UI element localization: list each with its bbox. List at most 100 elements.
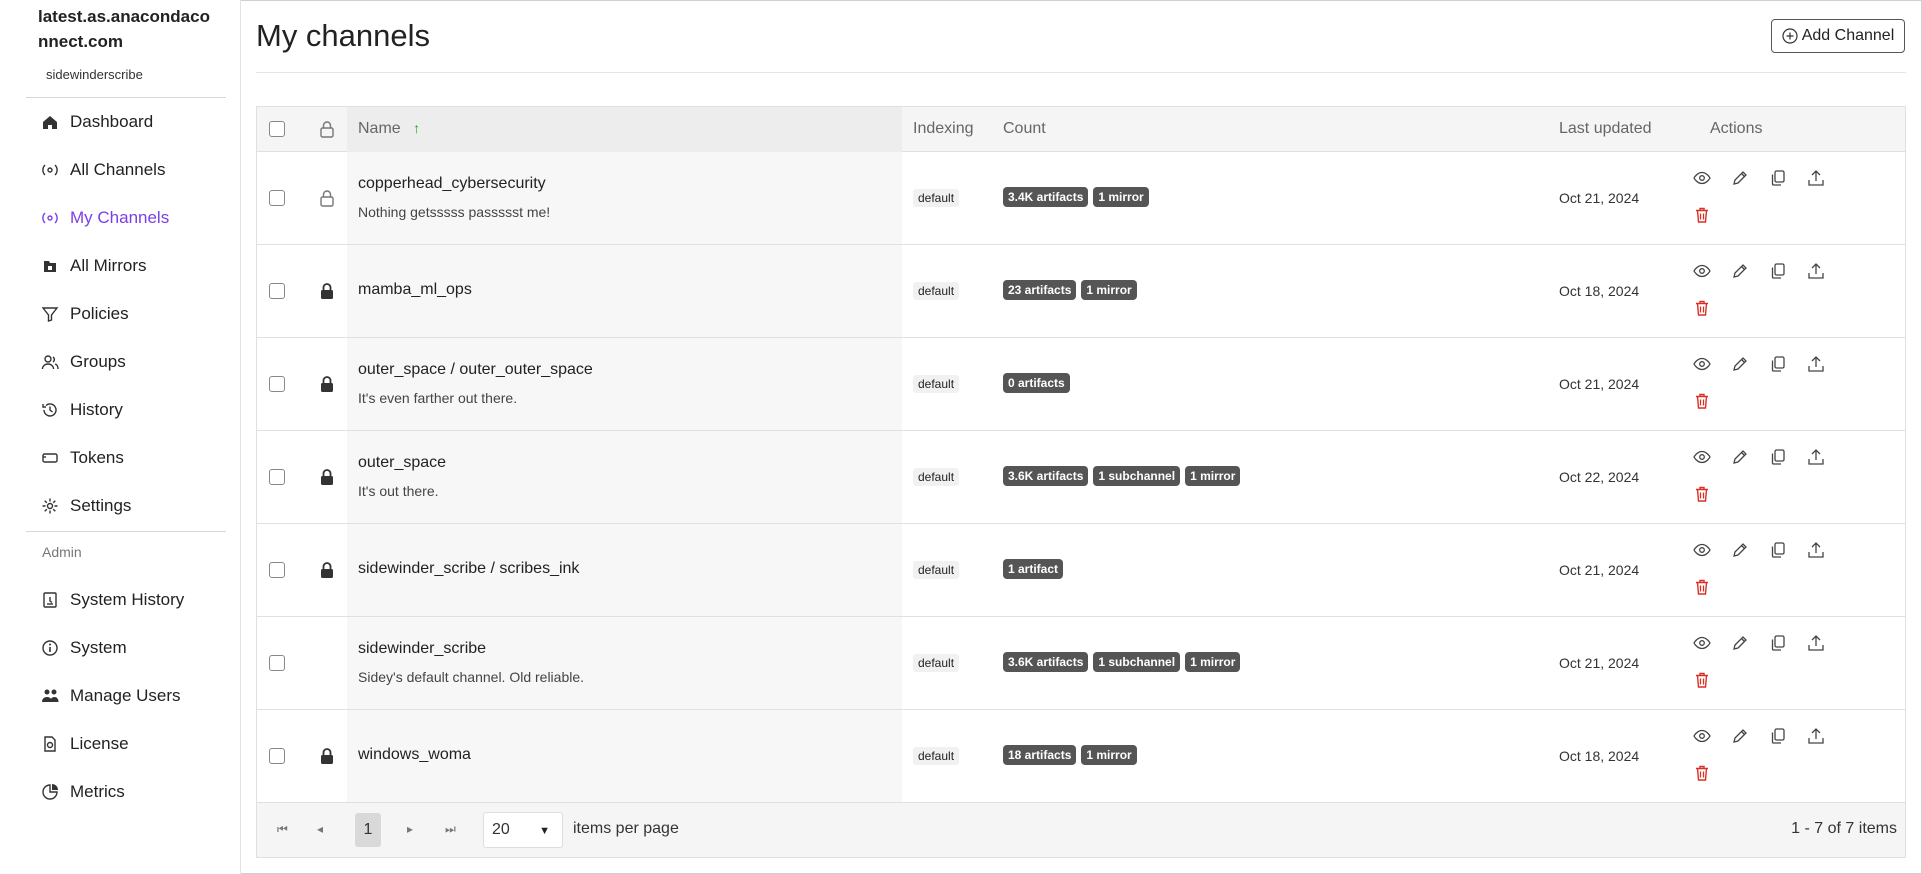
upload-action-button[interactable] xyxy=(1806,726,1826,746)
indexing-badge: default xyxy=(913,282,960,300)
delete-action-button[interactable] xyxy=(1692,670,1712,690)
edit-action-button[interactable] xyxy=(1730,540,1750,560)
channel-name-link[interactable]: sidewinder_scribe xyxy=(358,640,486,658)
view-action-button[interactable] xyxy=(1692,168,1712,188)
sidebar-item-settings[interactable]: Settings xyxy=(40,491,131,521)
sidebar-item-label: Settings xyxy=(70,496,132,515)
row-checkbox[interactable] xyxy=(269,655,285,671)
upload-action-button[interactable] xyxy=(1806,633,1826,653)
edit-action-button[interactable] xyxy=(1730,261,1750,281)
view-action-button[interactable] xyxy=(1692,447,1712,467)
table-row: copperhead_cybersecurity Nothing getsssss… xyxy=(257,152,1905,245)
first-page-icon[interactable]: ⏮ xyxy=(277,822,288,837)
count-badge: 1 mirror xyxy=(1093,187,1149,207)
channel-name-link[interactable]: windows_woma xyxy=(358,746,471,764)
sidebar-item-history[interactable]: History xyxy=(40,395,123,425)
upload-action-button[interactable] xyxy=(1806,540,1826,560)
row-checkbox[interactable] xyxy=(269,376,285,392)
sidebar-item-all-mirrors[interactable]: All Mirrors xyxy=(40,251,147,281)
view-action-button[interactable] xyxy=(1692,540,1712,560)
last-updated: Oct 21, 2024 xyxy=(1559,562,1640,578)
delete-action-button[interactable] xyxy=(1692,484,1712,504)
lock-closed-icon[interactable] xyxy=(319,561,335,579)
row-checkbox[interactable] xyxy=(269,469,285,485)
lock-closed-icon[interactable] xyxy=(319,282,335,300)
last-page-icon[interactable]: ⏭ xyxy=(445,822,456,837)
lock-open-icon[interactable] xyxy=(319,189,335,207)
copy-action-button[interactable] xyxy=(1768,633,1788,653)
lock-closed-icon[interactable] xyxy=(319,747,335,765)
delete-action-button[interactable] xyxy=(1692,763,1712,783)
sidebar-item-all-channels[interactable]: All Channels xyxy=(40,155,165,185)
view-action-button[interactable] xyxy=(1692,354,1712,374)
column-header-name[interactable]: Name ↑ xyxy=(358,120,420,138)
delete-action-button[interactable] xyxy=(1692,298,1712,318)
edit-action-button[interactable] xyxy=(1730,633,1750,653)
sidebar-item-groups[interactable]: Groups xyxy=(40,347,126,377)
edit-action-button[interactable] xyxy=(1730,354,1750,374)
row-checkbox[interactable] xyxy=(269,748,285,764)
copy-action-button[interactable] xyxy=(1768,540,1788,560)
edit-action-button[interactable] xyxy=(1730,168,1750,188)
lock-closed-icon[interactable] xyxy=(319,375,335,393)
mirror-icon xyxy=(40,256,60,276)
upload-action-button[interactable] xyxy=(1806,168,1826,188)
channel-name-link[interactable]: outer_space / outer_outer_space xyxy=(358,361,593,379)
delete-action-button[interactable] xyxy=(1692,577,1712,597)
delete-action-button[interactable] xyxy=(1692,205,1712,225)
brand-host: latest.as.anacondaconnect.com xyxy=(38,7,210,51)
current-page-button[interactable]: 1 xyxy=(355,813,381,847)
row-checkbox[interactable] xyxy=(269,190,285,206)
sidebar-item-label: Metrics xyxy=(70,782,125,801)
row-checkbox[interactable] xyxy=(269,283,285,299)
prev-page-icon[interactable]: ◂ xyxy=(317,822,323,836)
select-all-checkbox[interactable] xyxy=(269,121,285,137)
view-action-button[interactable] xyxy=(1692,726,1712,746)
per-page-select[interactable]: 20 ▼ xyxy=(483,812,563,848)
sidebar-item-manage-users[interactable]: Manage Users xyxy=(40,681,181,711)
add-channel-label: Add Channel xyxy=(1801,27,1895,44)
username: sidewinderscribe xyxy=(46,67,143,82)
copy-action-button[interactable] xyxy=(1768,726,1788,746)
upload-action-button[interactable] xyxy=(1806,447,1826,467)
lock-closed-icon[interactable] xyxy=(319,468,335,486)
sidebar-item-tokens[interactable]: Tokens xyxy=(40,443,124,473)
sidebar-item-dashboard[interactable]: Dashboard xyxy=(40,107,153,137)
indexing-badge: default xyxy=(913,561,960,579)
upload-action-button[interactable] xyxy=(1806,354,1826,374)
next-page-icon[interactable]: ▸ xyxy=(407,822,413,836)
channel-description: It's even farther out there. xyxy=(358,390,518,406)
sidebar-item-policies[interactable]: Policies xyxy=(40,299,129,329)
table-row: outer_space / outer_outer_space It's even… xyxy=(257,338,1905,431)
upload-action-button[interactable] xyxy=(1806,261,1826,281)
copy-icon xyxy=(1771,542,1785,558)
upload-icon xyxy=(1808,728,1824,744)
channel-name-link[interactable]: outer_space xyxy=(358,454,446,472)
sidebar-item-metrics[interactable]: Metrics xyxy=(40,777,125,807)
eye-icon xyxy=(1693,171,1711,185)
sidebar-item-system-history[interactable]: System History xyxy=(40,585,184,615)
copy-action-button[interactable] xyxy=(1768,354,1788,374)
sidebar-item-my-channels[interactable]: My Channels xyxy=(40,203,169,233)
last-updated: Oct 22, 2024 xyxy=(1559,469,1640,485)
copy-action-button[interactable] xyxy=(1768,447,1788,467)
copy-action-button[interactable] xyxy=(1768,168,1788,188)
name-header-label: Name xyxy=(358,120,401,137)
delete-action-button[interactable] xyxy=(1692,391,1712,411)
last-updated: Oct 18, 2024 xyxy=(1559,283,1640,299)
view-action-button[interactable] xyxy=(1692,261,1712,281)
view-action-button[interactable] xyxy=(1692,633,1712,653)
add-channel-button[interactable]: Add Channel xyxy=(1771,19,1905,53)
edit-action-button[interactable] xyxy=(1730,726,1750,746)
column-header-last-updated[interactable]: Last updated xyxy=(1559,120,1652,138)
copy-action-button[interactable] xyxy=(1768,261,1788,281)
lock-open-icon[interactable] xyxy=(319,120,335,138)
channel-name-link[interactable]: copperhead_cybersecurity xyxy=(358,175,546,193)
sidebar-item-license[interactable]: License xyxy=(40,729,129,759)
sidebar-item-system[interactable]: System xyxy=(40,633,127,663)
channel-name-link[interactable]: sidewinder_scribe / scribes_ink xyxy=(358,560,579,578)
upload-icon xyxy=(1808,542,1824,558)
edit-action-button[interactable] xyxy=(1730,447,1750,467)
row-checkbox[interactable] xyxy=(269,562,285,578)
channel-name-link[interactable]: mamba_ml_ops xyxy=(358,281,472,299)
